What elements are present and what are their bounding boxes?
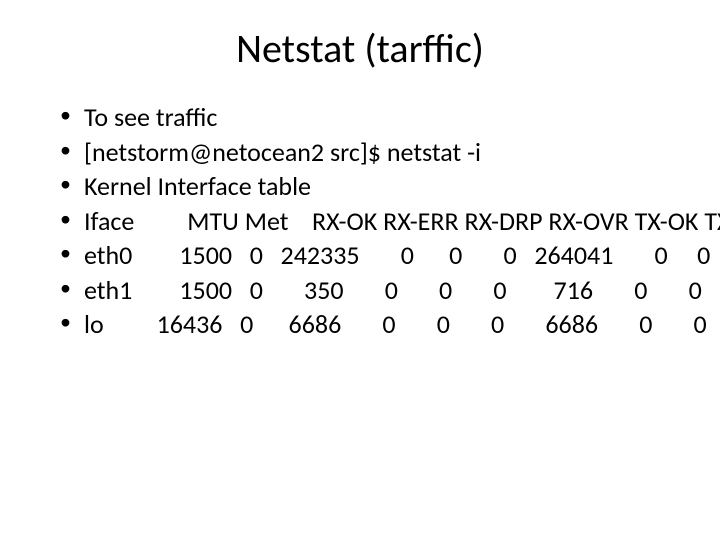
bullet-item: eth1 1500 0 350 0 0 0 716 0 0 0 BMRU [60,274,680,307]
bullet-item: To see traffic [60,101,680,134]
slide-title: Netstat (tarffic) [40,24,680,73]
bullet-list: To see traffic [netstorm@netocean2 src]$… [40,101,680,341]
bullet-item: Iface MTU Met RX-OK RX-ERR RX-DRP RX-OVR… [60,205,680,238]
bullet-text: eth1 1500 0 350 0 0 0 716 0 0 0 BMRU [84,274,720,307]
bullet-text: lo 16436 0 6686 0 0 0 6686 0 0 0 LRU [84,308,720,341]
bullet-item: lo 16436 0 6686 0 0 0 6686 0 0 0 LRU [60,308,680,341]
bullet-item: eth0 1500 0 242335 0 0 0 264041 0 0 0 BM… [60,239,680,272]
bullet-item: Kernel Interface table [60,170,680,203]
bullet-text: To see traffic [84,101,217,133]
bullet-item: [netstorm@netocean2 src]$ netstat -i [60,136,680,169]
bullet-text: Iface MTU Met RX-OK RX-ERR RX-DRP RX-OVR… [84,205,720,238]
bullet-text: eth0 1500 0 242335 0 0 0 264041 0 0 0 BM… [84,239,720,272]
bullet-text: Kernel Interface table [84,170,311,202]
bullet-text: [netstorm@netocean2 src]$ netstat -i [84,136,481,168]
slide: Netstat (tarffic) To see traffic [netsto… [0,0,720,540]
